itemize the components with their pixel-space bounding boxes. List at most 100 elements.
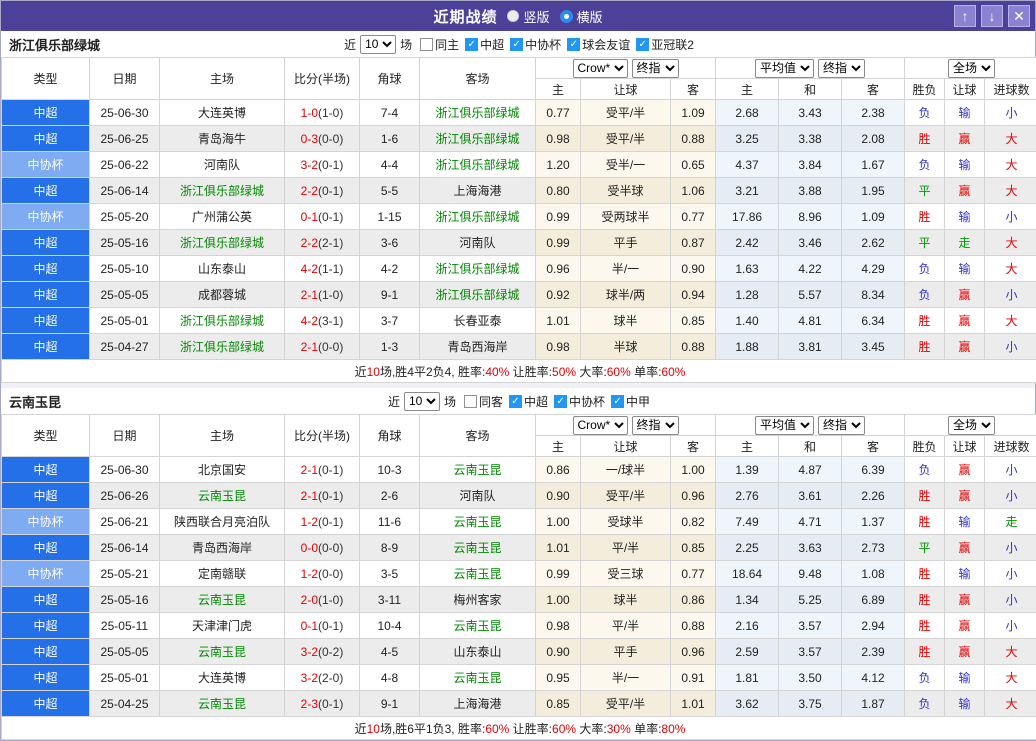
- filter-option-1[interactable]: ✓中超: [509, 393, 548, 410]
- euro-draw-odds: 8.96: [779, 204, 842, 230]
- asian-away-odds: 0.87: [671, 230, 716, 256]
- checked-checkbox-icon[interactable]: ✓: [509, 395, 522, 408]
- filter-option-0[interactable]: 同客: [464, 393, 503, 410]
- odds-company-select[interactable]: Crow*: [573, 416, 628, 435]
- match-date: 25-05-01: [90, 665, 160, 691]
- euro-draw-odds: 3.84: [779, 152, 842, 178]
- team-summary: 近10场,胜6平1负3, 胜率:60% 让胜率:60% 大率:30% 单率:80…: [2, 717, 1036, 740]
- filter-option-2[interactable]: ✓中协杯: [510, 36, 561, 53]
- odds-company-select[interactable]: Crow*: [573, 59, 628, 78]
- euro-odds-group-header: 平均值终指: [716, 58, 905, 79]
- result-scope-select[interactable]: 全场: [948, 59, 995, 78]
- result-handicap: 赢: [945, 126, 985, 152]
- match-date: 25-05-05: [90, 639, 160, 665]
- checked-checkbox-icon[interactable]: ✓: [636, 38, 649, 51]
- checked-checkbox-icon[interactable]: ✓: [554, 395, 567, 408]
- checked-checkbox-icon[interactable]: ✓: [465, 38, 478, 51]
- filter-option-1[interactable]: ✓中超: [465, 36, 504, 53]
- halftime-score: (0-1): [318, 184, 343, 198]
- col-euro-away: 客: [842, 79, 905, 100]
- euro-home-odds: 2.68: [716, 100, 779, 126]
- home-team: 浙江俱乐部绿城: [160, 308, 285, 334]
- result-handicap: 赢: [945, 639, 985, 665]
- result-goals: 大: [985, 308, 1036, 334]
- asian-odds-time-select[interactable]: 终指: [632, 59, 679, 78]
- asian-home-odds: 0.85: [536, 691, 581, 717]
- corner-score: 7-4: [360, 100, 420, 126]
- result-goals: 小: [985, 535, 1036, 561]
- fulltime-score: 2-1: [301, 463, 318, 477]
- summary-segment: 大率:: [576, 722, 607, 736]
- col-asian-away: 客: [671, 436, 716, 457]
- result-scope-select[interactable]: 全场: [948, 416, 995, 435]
- filter-option-3[interactable]: ✓球会友谊: [567, 36, 630, 53]
- checked-checkbox-icon[interactable]: ✓: [611, 395, 624, 408]
- fulltime-score: 3-2: [301, 645, 318, 659]
- col-result-goals: 进球数: [985, 436, 1036, 457]
- asian-handicap-line: 半球: [581, 334, 671, 360]
- match-type: 中超: [2, 457, 90, 483]
- match-row: 中超25-05-11天津津门虎0-1(0-1)10-4云南玉昆0.98平/半0.…: [2, 613, 1036, 639]
- summary-segment: 场,胜4平2负4, 胜率:: [380, 365, 485, 379]
- match-type: 中超: [2, 256, 90, 282]
- filter-option-0[interactable]: 同主: [420, 36, 459, 53]
- result-handicap: 输: [945, 561, 985, 587]
- team-filter-bar: 云南玉昆近10场同客✓中超✓中协杯✓中甲: [1, 388, 1035, 414]
- euro-away-odds: 2.62: [842, 230, 905, 256]
- unchecked-checkbox-icon[interactable]: [464, 395, 477, 408]
- halftime-score: (1-1): [318, 262, 343, 276]
- result-outcome: 平: [905, 178, 945, 204]
- filter-option-3[interactable]: ✓中甲: [611, 393, 650, 410]
- summary-segment: 40%: [485, 365, 509, 379]
- euro-company-select[interactable]: 平均值: [755, 416, 814, 435]
- move-down-button[interactable]: ↓: [981, 5, 1003, 27]
- asian-home-odds: 1.00: [536, 509, 581, 535]
- asian-odds-time-select[interactable]: 终指: [632, 416, 679, 435]
- euro-away-odds: 2.73: [842, 535, 905, 561]
- home-team: 云南玉昆: [160, 587, 285, 613]
- euro-odds-time-select[interactable]: 终指: [818, 59, 865, 78]
- unchecked-checkbox-icon[interactable]: [420, 38, 433, 51]
- asian-away-odds: 0.96: [671, 483, 716, 509]
- euro-home-odds: 3.62: [716, 691, 779, 717]
- away-team: 河南队: [420, 230, 536, 256]
- filter-option-4[interactable]: ✓亚冠联2: [636, 36, 694, 53]
- result-outcome: 胜: [905, 308, 945, 334]
- layout-vertical-option[interactable]: 竖版: [507, 7, 549, 26]
- move-up-button[interactable]: ↑: [954, 5, 976, 27]
- euro-odds-time-select[interactable]: 终指: [818, 416, 865, 435]
- match-date: 25-05-20: [90, 204, 160, 230]
- team-name: 浙江俱乐部绿城: [9, 35, 100, 54]
- summary-segment: 让胜率:: [509, 722, 552, 736]
- checked-checkbox-icon[interactable]: ✓: [510, 38, 523, 51]
- radio-unchecked-icon[interactable]: [507, 10, 519, 22]
- close-button[interactable]: ✕: [1008, 5, 1030, 27]
- match-count-select[interactable]: 10: [404, 392, 440, 411]
- teams-container: 浙江俱乐部绿城近10场同主✓中超✓中协杯✓球会友谊✓亚冠联2类型日期主场比分(半…: [1, 31, 1035, 740]
- asian-odds-group-header: Crow*终指: [536, 58, 716, 79]
- euro-away-odds: 1.37: [842, 509, 905, 535]
- filter-option-label: 同主: [435, 36, 459, 53]
- summary-segment: 60%: [607, 365, 631, 379]
- score: 2-3(0-1): [285, 691, 360, 717]
- match-count-select[interactable]: 10: [360, 35, 396, 54]
- away-team: 浙江俱乐部绿城: [420, 126, 536, 152]
- radio-checked-icon[interactable]: [560, 10, 573, 23]
- filter-suffix-label: 场: [400, 36, 412, 53]
- euro-company-select[interactable]: 平均值: [755, 59, 814, 78]
- result-goals: 小: [985, 483, 1036, 509]
- checked-checkbox-icon[interactable]: ✓: [567, 38, 580, 51]
- score: 4-2(3-1): [285, 308, 360, 334]
- col-euro-draw: 和: [779, 79, 842, 100]
- layout-horizontal-option[interactable]: 横版: [560, 7, 603, 26]
- halftime-score: (0-1): [318, 463, 343, 477]
- filter-option-2[interactable]: ✓中协杯: [554, 393, 605, 410]
- halftime-score: (2-0): [318, 671, 343, 685]
- match-row: 中超25-06-25青岛海牛0-3(0-0)1-6浙江俱乐部绿城0.98受平/半…: [2, 126, 1036, 152]
- match-type: 中超: [2, 126, 90, 152]
- filter-option-label: 中甲: [626, 393, 650, 410]
- asian-home-odds: 0.99: [536, 561, 581, 587]
- summary-segment: 10: [367, 365, 380, 379]
- team-filter-bar: 浙江俱乐部绿城近10场同主✓中超✓中协杯✓球会友谊✓亚冠联2: [1, 31, 1035, 57]
- match-row: 中超25-05-01浙江俱乐部绿城4-2(3-1)3-7长春亚泰1.01球半0.…: [2, 308, 1036, 334]
